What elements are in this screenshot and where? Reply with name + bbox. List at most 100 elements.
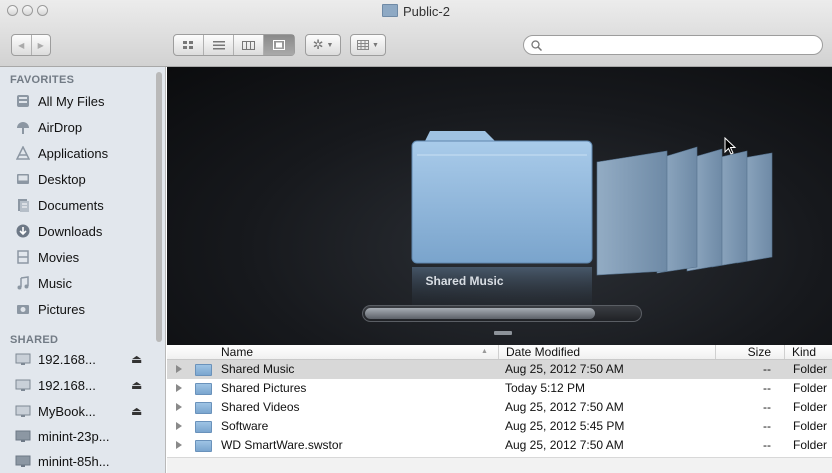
row-size: --: [763, 419, 771, 433]
row-date: Aug 25, 2012 5:45 PM: [505, 419, 625, 433]
sidebar-item-applications[interactable]: Applications: [10, 141, 155, 165]
row-size: --: [763, 438, 771, 452]
row-kind: Folder: [793, 381, 828, 395]
row-name: Software: [221, 419, 269, 433]
row-name: Shared Videos: [221, 400, 300, 414]
sidebar-item-documents[interactable]: Documents: [10, 193, 155, 217]
row-kind: Folder: [793, 400, 828, 414]
cover-flow-icon: [273, 40, 285, 50]
disclosure-triangle-icon[interactable]: [176, 403, 182, 411]
list-view-button[interactable]: [204, 35, 234, 55]
sidebar-item-label: All My Files: [38, 93, 105, 109]
sidebar-scrollbar[interactable]: [156, 72, 162, 342]
sidebar-item-label: minint-85h...: [38, 453, 110, 469]
chevron-down-icon: ▼: [372, 41, 379, 49]
icon-view-button[interactable]: [174, 35, 204, 55]
cover-flow-scrollbar[interactable]: [362, 305, 642, 322]
column-view-icon: [242, 40, 255, 50]
row-name: Shared Music: [221, 362, 295, 376]
sidebar-item-minint-85h[interactable]: minint-85h...: [10, 449, 155, 473]
sidebar-item-label: Music: [38, 275, 72, 291]
monitor-icon: [15, 403, 31, 419]
table-row[interactable]: WD SmartWare.swstor Aug 25, 2012 7:50 AM…: [167, 436, 832, 455]
table-row[interactable]: Software Aug 25, 2012 5:45 PM -- Folder: [167, 417, 832, 436]
horizontal-scrollbar[interactable]: [167, 457, 832, 473]
sidebar-item-music[interactable]: Music: [10, 271, 155, 295]
sidebar-item-airdrop[interactable]: AirDrop: [10, 115, 155, 139]
shared-music-folder-icon[interactable]: [411, 131, 593, 327]
folder-icon: [195, 402, 212, 414]
sidebar-item-label: Documents: [38, 197, 104, 213]
row-date: Aug 25, 2012 7:50 AM: [505, 438, 624, 452]
cover-flow-area[interactable]: Shared Music: [167, 67, 832, 345]
finder-window: Public-2 ◀ ▶ ✲ ▼ ▼ FAVORITES All My File…: [0, 0, 832, 473]
table-row[interactable]: Shared Pictures Today 5:12 PM -- Folder: [167, 379, 832, 398]
cover-flow-view-button[interactable]: [264, 35, 294, 55]
column-header-date-modified[interactable]: Date Modified: [498, 345, 715, 359]
sidebar-item-label: Movies: [38, 249, 80, 265]
window-title: Public-2: [0, 4, 832, 19]
favorites-heading: FAVORITES: [10, 74, 75, 86]
sidebar-item-minint-23p[interactable]: minint-23p...: [10, 424, 155, 448]
downloads-icon: [15, 223, 31, 239]
disclosure-triangle-icon[interactable]: [176, 422, 182, 430]
pc-icon: [15, 453, 31, 469]
column-view-button[interactable]: [234, 35, 264, 55]
search-field[interactable]: [523, 35, 823, 55]
gear-icon: ✲: [312, 37, 324, 52]
list-header: Name ▲ Date Modified Size Kind: [167, 345, 832, 360]
search-input[interactable]: [547, 38, 801, 52]
shared-heading: SHARED: [10, 334, 59, 346]
row-kind: Folder: [793, 362, 828, 376]
folder-icon: [195, 364, 212, 376]
list-view-icon: [212, 40, 225, 49]
sidebar-item-movies[interactable]: Movies: [10, 245, 155, 269]
folder-icon: [195, 440, 212, 452]
column-header-size[interactable]: Size: [715, 345, 778, 359]
back-forward-control: ◀ ▶: [11, 34, 51, 56]
cover-flow-folders: [411, 131, 773, 327]
action-menu-button[interactable]: ✲ ▼: [305, 34, 341, 56]
row-date: Aug 25, 2012 7:50 AM: [505, 362, 624, 376]
airdrop-icon: [15, 119, 31, 135]
pc-icon: [15, 428, 31, 444]
sidebar-item-desktop[interactable]: Desktop: [10, 167, 155, 191]
forward-button[interactable]: ▶: [32, 35, 51, 55]
row-kind: Folder: [793, 438, 828, 452]
sidebar-item-label: AirDrop: [38, 119, 83, 135]
sidebar-item-label: minint-23p...: [38, 428, 110, 444]
sidebar-item-label: Pictures: [38, 301, 85, 317]
column-header-name[interactable]: Name: [214, 345, 488, 359]
eject-icon[interactable]: ⏏: [131, 352, 142, 366]
sidebar-item-all-my-files[interactable]: All My Files: [10, 89, 155, 113]
side-folder-stack: [596, 146, 773, 276]
monitor-icon: [15, 351, 31, 367]
disclosure-triangle-icon[interactable]: [176, 441, 182, 449]
table-row[interactable]: Shared Music Aug 25, 2012 7:50 AM -- Fol…: [167, 360, 832, 379]
row-date: Aug 25, 2012 7:50 AM: [505, 400, 624, 414]
sidebar-item-pictures[interactable]: Pictures: [10, 297, 155, 321]
table-row[interactable]: Shared Videos Aug 25, 2012 7:50 AM -- Fo…: [167, 398, 832, 417]
view-mode-control: [173, 34, 295, 56]
sidebar-item-label: MyBook...: [38, 403, 96, 419]
eject-icon[interactable]: ⏏: [131, 404, 142, 418]
back-button[interactable]: ◀: [12, 35, 32, 55]
movies-icon: [15, 249, 31, 265]
disclosure-triangle-icon[interactable]: [176, 365, 182, 373]
resize-grip[interactable]: [494, 331, 512, 335]
window-title-text: Public-2: [403, 4, 450, 19]
row-size: --: [763, 400, 771, 414]
sidebar-item-label: Applications: [38, 145, 109, 161]
row-size: --: [763, 381, 771, 395]
arrange-menu-button[interactable]: ▼: [350, 34, 386, 56]
applications-icon: [15, 145, 31, 161]
sidebar-item-label: Downloads: [38, 223, 103, 239]
sidebar-item-downloads[interactable]: Downloads: [10, 219, 155, 243]
column-header-kind[interactable]: Kind: [784, 345, 832, 359]
disclosure-triangle-icon[interactable]: [176, 384, 182, 392]
search-icon: [531, 39, 542, 51]
eject-icon[interactable]: ⏏: [131, 378, 142, 392]
cover-flow-scroll-thumb[interactable]: [365, 308, 595, 319]
monitor-icon: [15, 377, 31, 393]
desktop-icon: [15, 171, 31, 187]
